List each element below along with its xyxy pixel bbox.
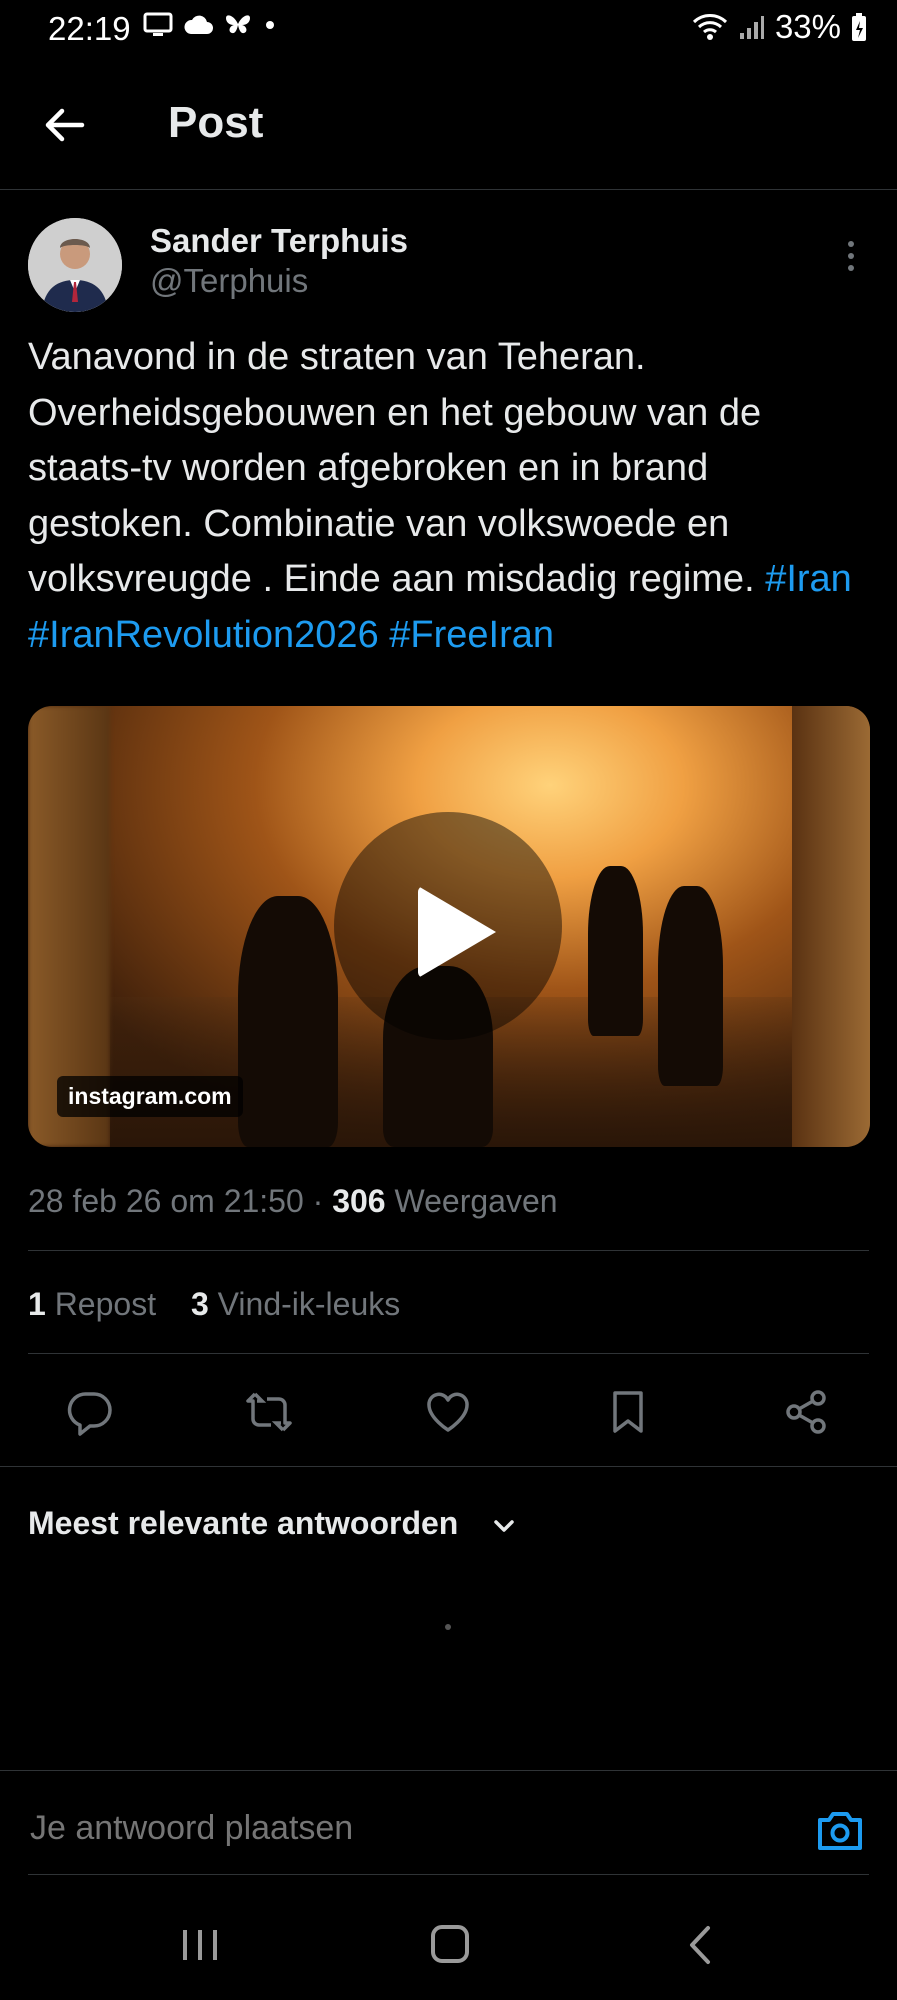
dot-icon (266, 21, 274, 29)
reposts-count: 1 (28, 1286, 46, 1322)
author-name[interactable]: Sander Terphuis (150, 222, 408, 260)
repost-icon (246, 1392, 292, 1432)
more-options-button[interactable] (838, 236, 864, 276)
composer-top-divider (0, 1770, 897, 1771)
counts-divider (28, 1353, 869, 1354)
video-thumbnail[interactable]: instagram.com (28, 706, 870, 1147)
tweet-meta: 28 feb 26 om 21:50 · 306 Weergaven (28, 1183, 558, 1220)
meta-separator: · (312, 1183, 324, 1219)
recent-apps-icon (183, 1930, 217, 1960)
loading-indicator (445, 1624, 451, 1630)
page-title: Post (168, 98, 264, 147)
battery-icon (852, 13, 866, 41)
likes-link[interactable]: 3 Vind-ik-leuks (191, 1286, 400, 1322)
composer-bottom-divider (28, 1874, 869, 1875)
like-button[interactable] (424, 1388, 472, 1436)
signal-icon (739, 16, 764, 39)
views-label: Weergaven (394, 1183, 558, 1219)
action-divider (0, 1466, 897, 1467)
play-icon (418, 886, 496, 978)
hashtag-iranrevolution2026[interactable]: #IranRevolution2026 (28, 614, 379, 656)
system-back-button[interactable] (672, 1920, 732, 1970)
tweet-body: Vanavond in de straten van Teheran. Over… (28, 336, 762, 600)
heart-icon (427, 1392, 469, 1432)
share-icon (786, 1390, 826, 1434)
cloud-icon (184, 15, 213, 34)
reposts-link[interactable]: 1 Repost (28, 1286, 156, 1322)
person-silhouette (658, 886, 723, 1086)
chevron-left-icon (690, 1926, 710, 1964)
status-notification-icons (143, 12, 277, 38)
views-count: 306 (332, 1183, 386, 1219)
recent-apps-button[interactable] (170, 1920, 230, 1970)
media-blur-right (792, 706, 870, 1147)
timestamp: 28 feb 26 om 21:50 (28, 1183, 304, 1219)
camera-icon (818, 1812, 862, 1850)
reply-input[interactable] (28, 1808, 792, 1849)
bookmark-icon (613, 1391, 643, 1433)
back-button[interactable] (40, 100, 90, 150)
likes-count: 3 (190, 1286, 209, 1322)
home-button[interactable] (420, 1920, 480, 1970)
tweet-text: Vanavond in de straten van Teheran. Over… (28, 330, 873, 663)
replies-sort-button[interactable]: Meest relevante antwoorden (28, 1505, 458, 1542)
hashtag-freeiran[interactable]: #FreeIran (389, 614, 554, 656)
author-handle[interactable]: @Terphuis (150, 262, 308, 300)
screen-icon (143, 12, 173, 36)
repost-button[interactable] (245, 1388, 293, 1436)
header-divider (0, 189, 897, 190)
hashtag-iran[interactable]: #Iran (765, 558, 852, 600)
meta-divider (28, 1250, 869, 1251)
bookmark-button[interactable] (604, 1388, 652, 1436)
engagement-counts: 1 Repost 3 Vind-ik-leuks (28, 1286, 400, 1323)
wifi-icon (692, 14, 727, 40)
avatar-image (28, 218, 122, 312)
reposts-label: Repost (54, 1286, 157, 1322)
camera-button[interactable] (815, 1806, 865, 1856)
butterfly-icon (226, 15, 250, 34)
person-silhouette (238, 896, 338, 1147)
more-vertical-icon (848, 241, 854, 271)
status-right: 33% (691, 8, 867, 46)
reply-button[interactable] (66, 1388, 114, 1436)
likes-label: Vind-ik-leuks (217, 1286, 401, 1322)
sort-dropdown[interactable] (490, 1512, 518, 1540)
battery-percent: 33% (774, 8, 841, 45)
media-source-badge: instagram.com (57, 1076, 243, 1117)
share-button[interactable] (782, 1388, 830, 1436)
person-silhouette (588, 866, 643, 1036)
home-icon (431, 1925, 469, 1963)
reply-icon (67, 1392, 112, 1436)
status-time: 22:19 (48, 10, 131, 47)
avatar[interactable] (28, 218, 122, 312)
arrow-left-icon (45, 108, 85, 142)
chevron-down-icon (494, 1520, 514, 1532)
